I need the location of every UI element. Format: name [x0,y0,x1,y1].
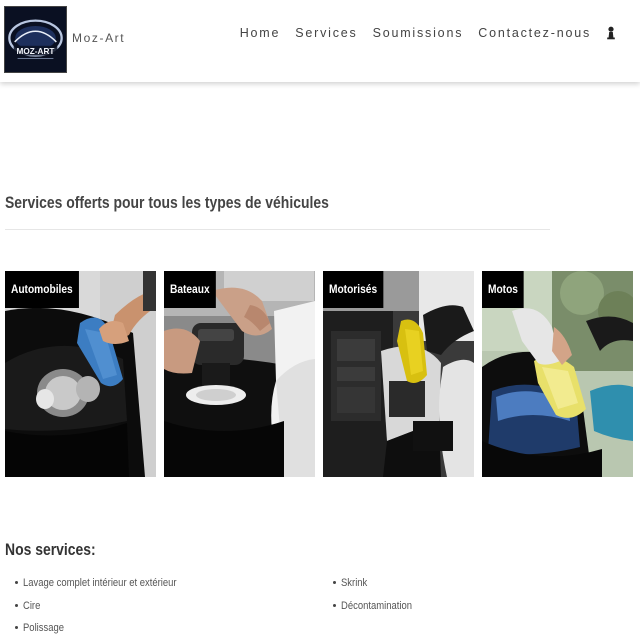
services-list-left: Lavage complet intérieur et extérieur Ci… [5,575,202,640]
nav-home[interactable]: Home [240,26,281,40]
service-item: Skrink [323,575,424,598]
main-nav: Home Services Soumissions Contactez-nous [240,26,616,40]
tile-automobiles[interactable]: Automobiles [5,271,156,477]
user-icon[interactable] [606,26,616,40]
tile-label-automobiles: Automobiles [5,271,79,308]
tile-label-motos: Motos [482,271,524,308]
brand-name[interactable]: Moz-Art [72,31,125,45]
logo-image: MOZ-ART [5,7,66,72]
service-item: Cire [5,598,202,621]
section-title: Services offerts pour tous les types de … [5,193,329,212]
tile-bateaux[interactable]: Bateaux [164,271,315,477]
tile-motos[interactable]: Motos [482,271,633,477]
services-list-right: Skrink Décontamination [323,575,424,620]
section-divider [5,229,550,230]
service-item: Polissage [5,620,202,640]
nav-soumissions[interactable]: Soumissions [373,26,464,40]
nav-services[interactable]: Services [295,26,357,40]
site-header: MOZ-ART Moz-Art Home Services Soumission… [0,0,640,82]
service-item: Décontamination [323,598,424,621]
nav-contactez-nous[interactable]: Contactez-nous [478,26,591,40]
svg-text:MOZ-ART: MOZ-ART [17,47,55,56]
tile-motorises[interactable]: Motorisés [323,271,474,477]
tile-label-motorises: Motorisés [323,271,384,308]
services-heading: Nos services: [5,540,96,559]
tile-label-bateaux: Bateaux [164,271,216,308]
service-item: Lavage complet intérieur et extérieur [5,575,202,598]
logo[interactable]: MOZ-ART [4,6,67,73]
